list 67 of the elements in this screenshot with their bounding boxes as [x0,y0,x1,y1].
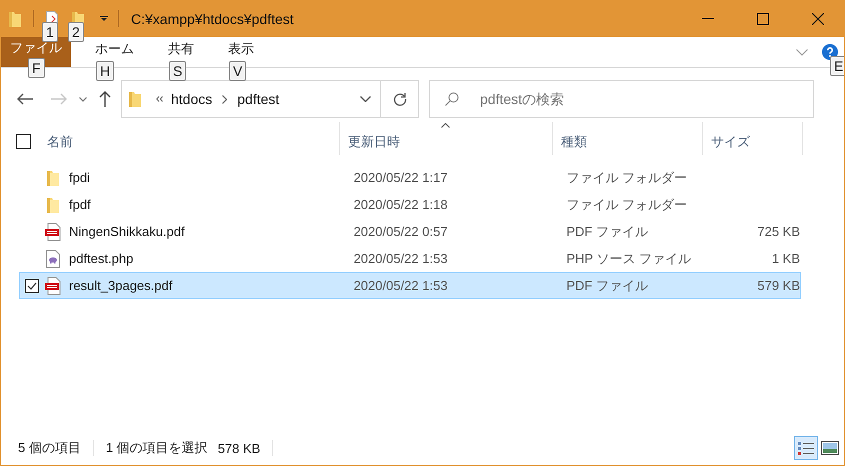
sort-caret-icon [441,123,450,128]
file-size: 579 KB [757,278,800,293]
keytip: 1 [42,22,58,42]
modified-date: 2020/05/22 0:57 [352,224,449,239]
selection-size: 578 KB [218,440,260,456]
window-title: C:¥xampp¥htdocs¥pdftest [131,10,294,26]
selection-info: 1 個の項目を選択 [106,439,208,457]
dropdown-icon[interactable] [100,16,108,22]
file-row[interactable]: fpdi 2020/05/22 1:17 ファイル フォルダー [19,164,801,191]
php-file-icon [46,250,60,268]
search-icon [445,92,459,106]
file-size: 725 KB [757,224,800,239]
chevron-down-icon[interactable] [360,96,371,102]
maximize-icon [756,12,768,24]
pdf-file-icon [44,222,61,240]
file-row[interactable]: fpdf 2020/05/22 1:18 ファイル フォルダー [19,191,801,218]
keytip: V [229,61,246,81]
folder-icon [46,170,59,186]
file-row[interactable]: result_3pages.pdf 2020/05/22 1:53 PDF ファイル 579 KB [19,272,801,299]
column-header[interactable]: 更新日時 [340,122,553,155]
keytip: E [830,56,844,76]
column-header[interactable]: サイズ [703,122,803,155]
file-name: NingenShikkaku.pdf [68,224,185,239]
file-type: PHP ソース ファイル [565,250,692,268]
file-size: 1 KB [772,251,800,266]
chevron-right-icon[interactable] [222,94,228,104]
select-all-checkbox[interactable] [16,134,31,149]
modified-date: 2020/05/22 1:53 [352,251,449,266]
file-name: fpdi [68,170,90,185]
modified-date: 2020/05/22 1:17 [352,170,449,185]
details-view-icon [798,441,814,455]
minimize-icon [702,18,714,19]
chevron-down-icon[interactable] [79,96,87,102]
column-header[interactable]: 種類 [553,122,703,155]
file-name: result_3pages.pdf [68,278,172,293]
breadcrumb-item[interactable]: pdftest [237,91,280,107]
refresh-button[interactable] [381,80,419,118]
refresh-icon [392,92,406,106]
file-type: PDF ファイル [565,222,649,240]
close-icon [812,12,824,24]
folder-icon [129,91,141,107]
double-chevron-left-icon[interactable] [156,96,163,102]
modified-date: 2020/05/22 1:53 [352,278,449,293]
file-row[interactable]: NingenShikkaku.pdf 2020/05/22 0:57 PDF ファイル 725 KB [19,218,801,245]
breadcrumb-item[interactable]: htdocs [171,91,212,107]
keytip: H [96,61,114,81]
file-type: ファイル フォルダー [565,168,688,186]
column-header[interactable]: 名前 [45,122,340,155]
pdf-file-icon [44,276,61,294]
file-type: PDF ファイル [565,276,649,294]
search-field[interactable]: pdftestの検索 [429,80,814,118]
file-name: pdftest.php [68,251,134,266]
file-type: ファイル フォルダー [565,196,688,214]
folder-icon [46,196,59,212]
file-name: fpdf [68,197,91,212]
address-bar[interactable]: htdocs pdftest [121,80,381,118]
modified-date: 2020/05/22 1:18 [352,197,449,212]
back-arrow-icon[interactable] [17,93,33,105]
keytip: F [28,58,45,78]
details-view-button[interactable] [794,436,818,460]
keytip: S [169,61,186,81]
checkbox[interactable] [25,278,39,292]
item-count: 5 個の項目 [18,439,81,457]
large-icons-view-icon [821,441,839,455]
keytip: 2 [68,22,84,42]
file-row[interactable]: pdftest.php 2020/05/22 1:53 PHP ソース ファイル 1 KB [19,245,801,272]
up-arrow-icon[interactable] [99,91,111,107]
